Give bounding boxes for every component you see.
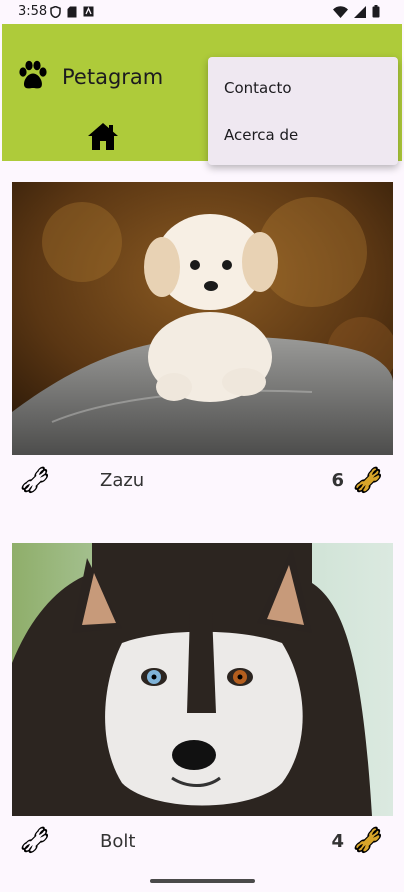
pet-name: Bolt [100,831,136,852]
app-title: Petagram [62,65,164,89]
pet-photo [12,543,393,816]
home-button[interactable] [86,119,120,153]
rate-button[interactable] [20,825,52,857]
bone-gold-icon [354,466,382,494]
likes-count: 6 [331,470,344,491]
signal-icon [354,5,366,18]
pet-name: Zazu [100,470,145,491]
home-icon [88,123,118,150]
overflow-menu: Contacto Acerca de [208,57,398,165]
menu-item-acerca-de[interactable]: Acerca de [208,112,398,158]
rate-button[interactable] [20,465,52,497]
likes-count: 4 [331,831,344,852]
gesture-nav-handle[interactable] [150,879,255,883]
paw-icon [19,60,47,89]
wifi-icon [333,5,348,18]
shield-icon [50,6,61,18]
pet-card: Bolt 4 [12,543,393,863]
status-bar: 3:58 [0,0,404,24]
pet-photo [12,182,393,455]
app-notification-icon [83,6,94,17]
pet-card: Zazu 6 [12,182,393,502]
bone-outline-icon [21,826,49,854]
status-time: 3:58 [18,4,48,19]
battery-icon [372,5,380,18]
menu-item-contacto[interactable]: Contacto [208,65,398,111]
bone-outline-icon [21,466,49,494]
sd-card-icon [67,6,77,18]
bone-gold-icon [354,826,382,854]
